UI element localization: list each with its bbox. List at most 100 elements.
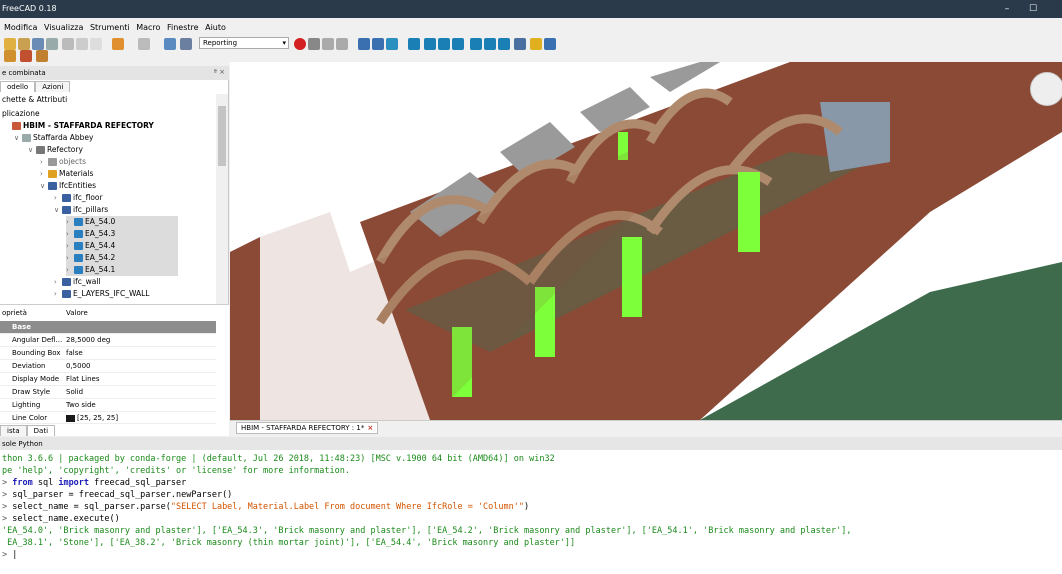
menu-strumenti[interactable]: Strumenti xyxy=(88,21,132,34)
property-row[interactable]: Lighting Two side xyxy=(0,399,216,412)
property-row[interactable]: Display Mode Flat Lines xyxy=(0,373,216,386)
document-icon xyxy=(12,122,21,130)
chevron-right-icon[interactable]: › xyxy=(66,240,74,252)
pillar-ea-54[interactable] xyxy=(738,172,760,252)
property-row[interactable]: Draw Style Solid xyxy=(0,386,216,399)
chevron-right-icon[interactable]: › xyxy=(54,288,62,300)
maximize-button[interactable]: ☐ xyxy=(1022,2,1044,16)
view-right-icon[interactable] xyxy=(452,38,464,50)
tree-item-materials[interactable]: › Materials xyxy=(40,168,93,180)
chevron-right-icon[interactable]: › xyxy=(40,168,48,180)
line-color-value: [25, 25, 25] xyxy=(77,414,119,422)
tree-item-pillar[interactable]: › EA_54.2 xyxy=(66,252,178,264)
arch-structure-icon[interactable] xyxy=(20,50,32,62)
property-row[interactable]: Bounding Box false xyxy=(0,347,216,360)
chevron-right-icon[interactable]: › xyxy=(66,252,74,264)
view-rear-icon[interactable] xyxy=(470,38,482,50)
tab-modello[interactable]: odello xyxy=(0,81,36,92)
tab-dati[interactable]: Dati xyxy=(26,425,56,436)
menu-visualizza[interactable]: Visualizza xyxy=(42,21,85,34)
arch-window-icon[interactable] xyxy=(36,50,48,62)
console-input-line[interactable]: > | xyxy=(2,550,17,560)
chevron-right-icon[interactable]: › xyxy=(54,192,62,204)
chevron-down-icon[interactable]: ∨ xyxy=(14,132,22,144)
chevron-down-icon[interactable]: ∨ xyxy=(40,180,48,192)
navigation-cube-icon[interactable] xyxy=(1030,72,1062,106)
folder-icon xyxy=(62,194,71,202)
pillar-ea-54[interactable] xyxy=(622,237,642,317)
cut-icon[interactable] xyxy=(62,38,74,50)
property-tabs: ista Dati xyxy=(0,425,56,437)
tree-item-objects[interactable]: › objects xyxy=(40,156,86,168)
view-top-icon[interactable] xyxy=(438,38,450,50)
tree-item-pillar[interactable]: › EA_54.3 xyxy=(66,228,178,240)
chevron-down-icon[interactable]: ∨ xyxy=(28,144,36,156)
tree-item-pillar[interactable]: › EA_54.1 xyxy=(66,264,178,276)
tree-item-ifc-pillars[interactable]: ∨ ifc_pillars xyxy=(54,204,108,216)
menu-modifica[interactable]: Modifica xyxy=(2,21,39,34)
new-icon[interactable] xyxy=(4,38,16,50)
paste-icon[interactable] xyxy=(90,38,102,50)
view-axo-icon[interactable] xyxy=(408,38,420,50)
chevron-down-icon[interactable]: ∨ xyxy=(54,204,62,216)
column-icon xyxy=(74,242,83,250)
property-row[interactable]: Line Color [25, 25, 25] xyxy=(0,412,216,424)
group-icon[interactable] xyxy=(544,38,556,50)
draw-style-icon[interactable] xyxy=(386,38,398,50)
redo-icon[interactable] xyxy=(138,38,150,50)
menu-macro[interactable]: Macro xyxy=(134,21,162,34)
folder-icon xyxy=(62,290,71,298)
whatsthis-icon[interactable] xyxy=(180,38,192,50)
workbench-select[interactable]: Reporting ▾ xyxy=(199,37,289,49)
property-header: oprietà Valore xyxy=(0,305,216,319)
copy-icon[interactable] xyxy=(76,38,88,50)
part-icon[interactable] xyxy=(530,38,542,50)
property-group-base[interactable]: Base xyxy=(0,321,216,334)
tree-item-ifc-wall[interactable]: › ifc_wall xyxy=(54,276,101,288)
property-row[interactable]: Angular Defl... 28,5000 deg xyxy=(0,334,216,347)
view-front-icon[interactable] xyxy=(424,38,436,50)
fit-selection-icon[interactable] xyxy=(372,38,384,50)
chevron-right-icon[interactable]: › xyxy=(66,264,74,276)
tree-item-refectory[interactable]: ∨ Refectory xyxy=(28,144,83,156)
property-value: Two side xyxy=(66,401,96,409)
saveas-icon[interactable] xyxy=(46,38,58,50)
scrollbar-thumb[interactable] xyxy=(218,106,226,166)
tree-item-ifc-floor[interactable]: › ifc_floor xyxy=(54,192,103,204)
open-icon[interactable] xyxy=(18,38,30,50)
chevron-right-icon[interactable]: › xyxy=(54,276,62,288)
menu-finestre[interactable]: Finestre xyxy=(165,21,201,34)
property-row[interactable]: Deviation 0,5000 xyxy=(0,360,216,373)
tree-item-pillar[interactable]: › EA_54.0 xyxy=(66,216,178,228)
document-tab[interactable]: HBIM - STAFFARDA REFECTORY : 1* × xyxy=(236,422,379,434)
tree-item-layers[interactable]: › E_LAYERS_IFC_WALL xyxy=(54,288,149,300)
refresh-icon[interactable] xyxy=(164,38,176,50)
undo-icon[interactable] xyxy=(112,38,124,50)
tree-item-abbey[interactable]: ∨ Staffarda Abbey xyxy=(14,132,93,144)
tab-azioni[interactable]: Azioni xyxy=(35,81,71,92)
save-icon[interactable] xyxy=(32,38,44,50)
chevron-right-icon[interactable]: › xyxy=(66,228,74,240)
tree-item-ifcentities[interactable]: ∨ IfcEntities xyxy=(40,180,96,192)
console-cursor: | xyxy=(12,550,18,560)
view-left-icon[interactable] xyxy=(498,38,510,50)
arch-wall-icon[interactable] xyxy=(4,50,16,62)
stop-macro-icon[interactable] xyxy=(308,38,320,50)
menu-aiuto[interactable]: Aiuto xyxy=(203,21,228,34)
macros-icon[interactable] xyxy=(322,38,334,50)
view-bottom-icon[interactable] xyxy=(484,38,496,50)
close-icon[interactable]: × xyxy=(367,424,373,432)
python-console[interactable]: thon 3.6.6 | packaged by conda-forge | (… xyxy=(0,450,1062,574)
combo-view-controls[interactable]: ª × xyxy=(214,68,225,76)
minimize-button[interactable]: – xyxy=(996,2,1018,16)
3d-viewport[interactable] xyxy=(230,62,1062,420)
fit-all-icon[interactable] xyxy=(358,38,370,50)
tree-item-document[interactable]: HBIM - STAFFARDA REFECTORY xyxy=(12,120,154,132)
chevron-right-icon[interactable]: › xyxy=(40,156,48,168)
tree-item-pillar[interactable]: › EA_54.4 xyxy=(66,240,178,252)
record-macro-icon[interactable] xyxy=(294,38,306,50)
tab-vista[interactable]: ista xyxy=(0,425,27,436)
chevron-right-icon[interactable]: › xyxy=(66,216,74,228)
execute-macro-icon[interactable] xyxy=(336,38,348,50)
measure-icon[interactable] xyxy=(514,38,526,50)
